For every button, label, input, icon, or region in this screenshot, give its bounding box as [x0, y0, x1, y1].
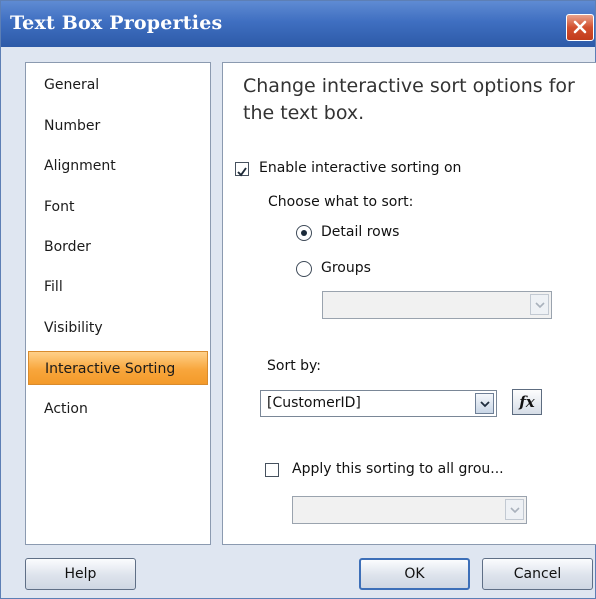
chevron-down-icon — [510, 507, 520, 514]
nav-item-number[interactable]: Number — [28, 109, 208, 143]
sort-by-combo[interactable]: [CustomerID] — [260, 390, 497, 417]
apply-all-combo[interactable] — [292, 496, 527, 524]
chevron-down-icon — [480, 401, 490, 408]
apply-all-combo-dropdown[interactable] — [505, 499, 524, 520]
groups-combo-dropdown[interactable] — [530, 294, 549, 315]
detail-rows-radio[interactable] — [296, 225, 312, 241]
nav-item-font[interactable]: Font — [28, 190, 208, 224]
help-button[interactable]: Help — [25, 558, 136, 590]
nav-item-action[interactable]: Action — [28, 392, 208, 426]
close-icon — [573, 20, 587, 34]
apply-all-label: Apply this sorting to all grou... — [292, 461, 504, 477]
nav-panel: General Number Alignment Font Border Fil… — [25, 62, 211, 545]
dialog-title: Text Box Properties — [10, 12, 223, 34]
groups-radio[interactable] — [296, 261, 312, 277]
sort-by-combo-dropdown[interactable] — [475, 393, 494, 414]
sort-by-label: Sort by: — [267, 358, 322, 374]
nav-item-interactive-sorting[interactable]: Interactive Sorting — [28, 351, 208, 385]
nav-item-alignment[interactable]: Alignment — [28, 149, 208, 183]
detail-rows-label: Detail rows — [321, 224, 400, 240]
nav-item-general[interactable]: General — [28, 68, 208, 102]
dialog-window: Text Box Properties General Number Align… — [0, 0, 596, 599]
radio-selected-dot — [301, 230, 307, 236]
enable-sorting-checkbox[interactable] — [235, 162, 249, 177]
groups-label: Groups — [321, 260, 371, 276]
apply-all-checkbox[interactable] — [265, 463, 279, 477]
nav-item-fill[interactable]: Fill — [28, 270, 208, 304]
groups-combo[interactable] — [322, 291, 552, 319]
sort-by-combo-value: [CustomerID] — [267, 395, 361, 411]
nav-item-border[interactable]: Border — [28, 230, 208, 264]
choose-label: Choose what to sort: — [268, 194, 414, 210]
page-heading: Change interactive sort options for the … — [243, 75, 575, 124]
chevron-down-icon — [535, 302, 545, 309]
close-button[interactable] — [566, 14, 594, 41]
content-panel: Change interactive sort options for the … — [222, 62, 596, 545]
checkmark-icon — [237, 167, 247, 177]
ok-button[interactable]: OK — [359, 558, 470, 590]
title-bar: Text Box Properties — [1, 1, 595, 47]
expression-button[interactable]: fx — [512, 389, 542, 415]
nav-item-visibility[interactable]: Visibility — [28, 311, 208, 345]
cancel-button[interactable]: Cancel — [482, 558, 593, 590]
enable-sorting-label: Enable interactive sorting on — [259, 160, 462, 176]
